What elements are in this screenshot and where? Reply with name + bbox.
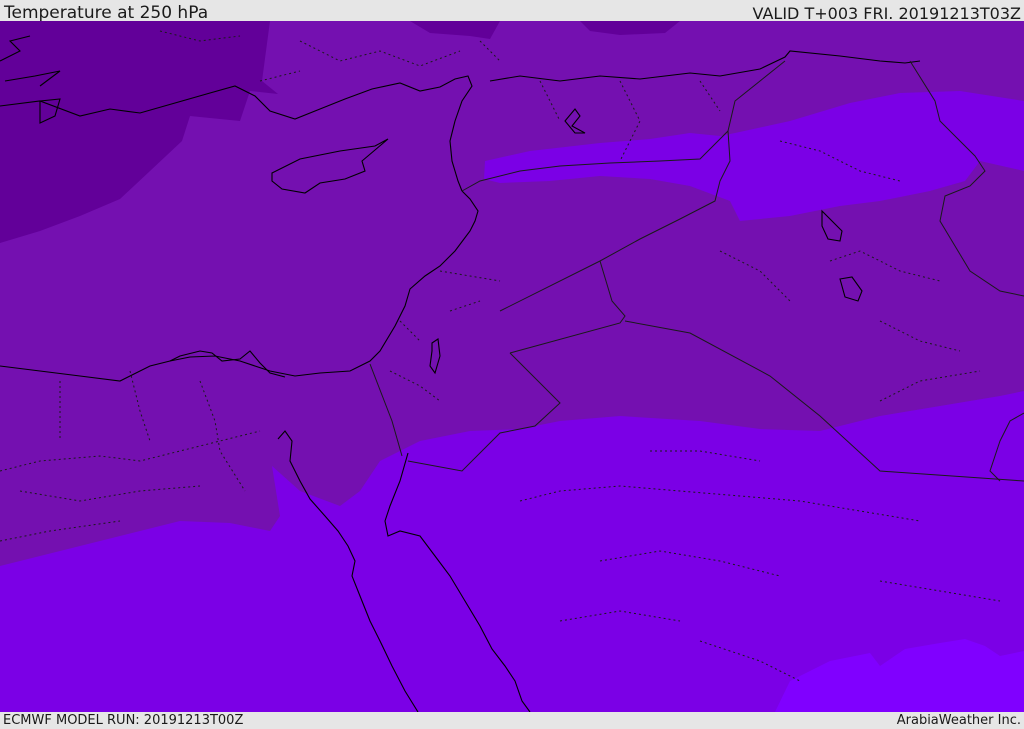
footer-bar: ECMWF MODEL RUN: 20191213T00Z ArabiaWeat…: [0, 712, 1024, 729]
map-title: Temperature at 250 hPa: [4, 3, 209, 23]
model-run-label: ECMWF MODEL RUN: 20191213T00Z: [3, 713, 244, 728]
map-canvas: [0, 21, 1024, 712]
weather-map[interactable]: [0, 21, 1024, 712]
provider-label: ArabiaWeather Inc.: [896, 713, 1021, 728]
header-bar: Temperature at 250 hPa VALID T+003 FRI. …: [0, 0, 1024, 23]
